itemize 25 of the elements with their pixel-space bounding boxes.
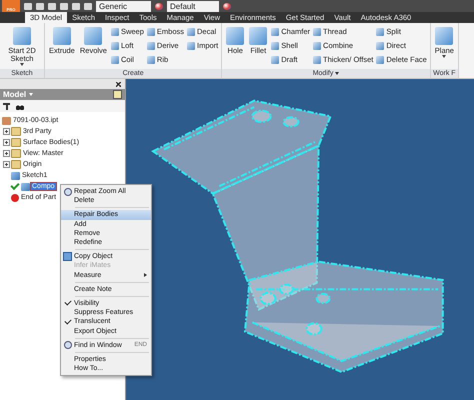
binoculars-icon[interactable]	[16, 102, 24, 110]
tool-icon	[13, 27, 31, 45]
caret-icon	[29, 93, 34, 96]
copy-icon	[63, 252, 72, 262]
expand-icon[interactable]	[3, 128, 10, 135]
caret-icon	[20, 63, 24, 66]
color-ball-icon[interactable]	[155, 2, 164, 10]
tool-icon	[84, 27, 102, 45]
workspace-dropdown[interactable]: Generic	[96, 0, 152, 12]
tool-icon	[52, 27, 71, 45]
caret-icon	[335, 72, 340, 75]
caret-icon	[442, 55, 446, 58]
appearance-dropdown[interactable]: Default	[167, 0, 220, 12]
tool-icon	[249, 27, 268, 45]
help-icon[interactable]	[113, 90, 122, 99]
close-icon[interactable]	[116, 82, 121, 86]
submenu-arrow-icon	[144, 273, 147, 278]
expand-icon[interactable]	[3, 150, 10, 157]
expand-icon[interactable]	[3, 139, 10, 146]
part-icon	[2, 116, 11, 124]
tool-icon	[435, 27, 454, 45]
color-ball-icon[interactable]	[223, 2, 232, 10]
expand-icon[interactable]	[3, 161, 10, 168]
tool-icon	[226, 27, 244, 45]
stop-icon	[11, 194, 19, 202]
